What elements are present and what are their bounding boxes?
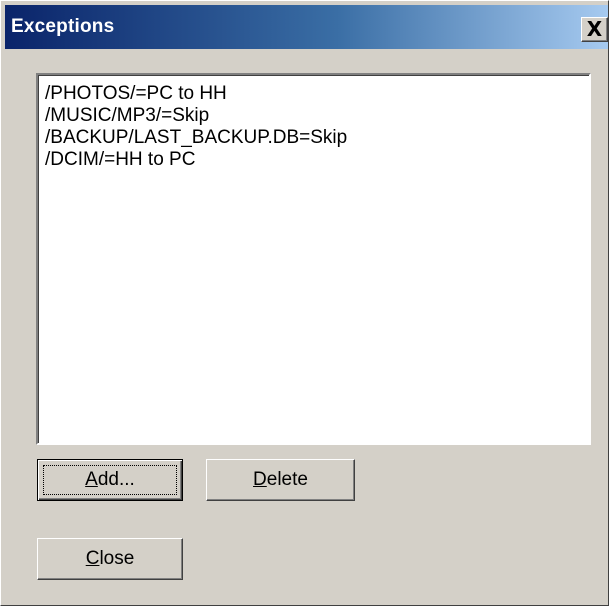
list-item[interactable]: /BACKUP/LAST_BACKUP.DB=Skip <box>45 127 589 149</box>
list-item[interactable]: /PHOTOS/=PC to HH <box>45 83 589 105</box>
add-button[interactable]: Add... <box>37 459 183 501</box>
close-window-button[interactable]: X <box>581 17 608 42</box>
title-bar[interactable]: Exceptions X <box>5 5 608 49</box>
close-icon: X <box>586 17 603 41</box>
list-item[interactable]: /DCIM/=HH to PC <box>45 149 589 171</box>
exceptions-list[interactable]: /PHOTOS/=PC to HH /MUSIC/MP3/=Skip /BACK… <box>36 73 591 445</box>
close-button[interactable]: Close <box>37 538 183 580</box>
delete-button-label: Delete <box>253 469 308 490</box>
add-button-label: Add... <box>85 469 135 490</box>
close-button-label: Close <box>85 548 135 569</box>
delete-button[interactable]: Delete <box>206 459 355 501</box>
window-title: Exceptions <box>11 16 115 37</box>
exceptions-dialog: Exceptions X /PHOTOS/=PC to HH /MUSIC/MP… <box>0 0 609 606</box>
list-item[interactable]: /MUSIC/MP3/=Skip <box>45 105 589 127</box>
